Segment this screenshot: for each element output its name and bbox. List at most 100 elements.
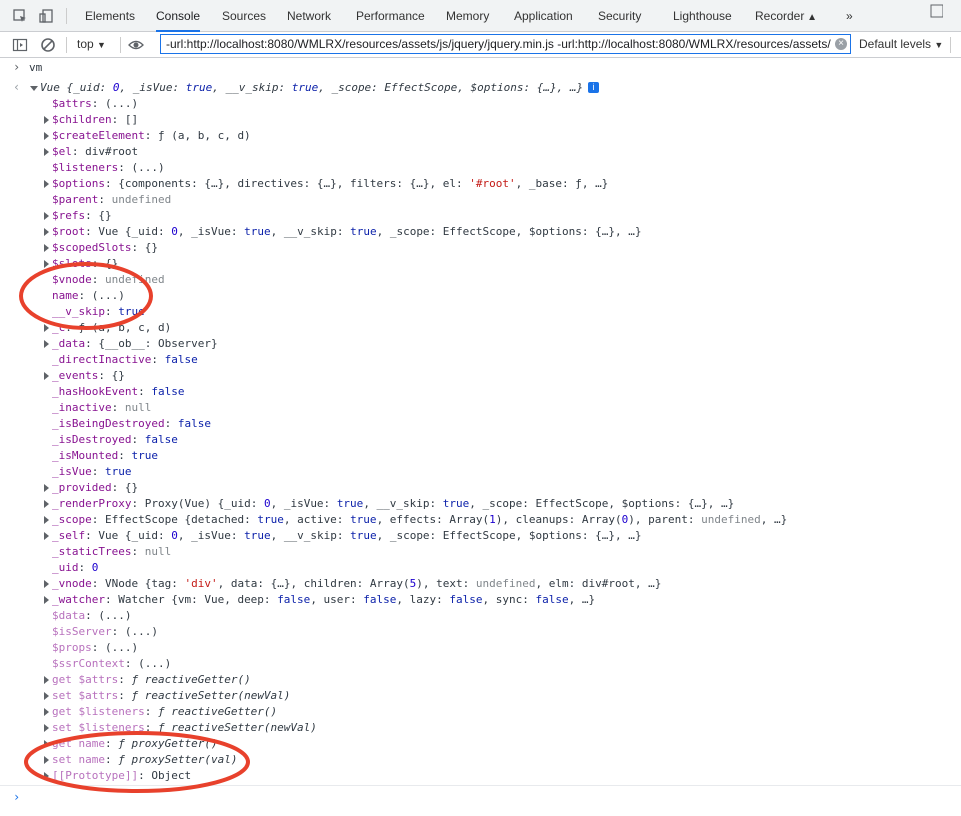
context-selector[interactable]: top ▼: [77, 32, 106, 57]
property-row[interactable]: _uid: 0: [0, 560, 961, 576]
console-filter-input[interactable]: -url:http://localhost:8080/WMLRX/resourc…: [160, 34, 851, 54]
expand-arrow-icon[interactable]: [44, 228, 49, 236]
property-value: false: [177, 417, 211, 430]
expand-arrow-icon[interactable]: [44, 116, 49, 124]
property-row[interactable]: $vnode: undefined: [0, 272, 961, 288]
clear-icon[interactable]: [40, 37, 56, 53]
more-tabs-button[interactable]: »: [846, 0, 853, 32]
property-row[interactable]: $props: (...): [0, 640, 961, 656]
property-key: _staticTrees: [52, 545, 132, 558]
property-row[interactable]: _provided: {}: [0, 480, 961, 496]
expand-arrow-icon[interactable]: [44, 372, 49, 380]
expand-arrow-icon[interactable]: [44, 532, 49, 540]
expand-arrow-icon[interactable]: [44, 340, 49, 348]
property-row[interactable]: $scopedSlots: {}: [0, 240, 961, 256]
expand-arrow-icon[interactable]: [44, 580, 49, 588]
property-key: $parent: [52, 193, 99, 206]
property-row[interactable]: $attrs: (...): [0, 96, 961, 112]
property-key: _inactive: [52, 401, 112, 414]
property-row[interactable]: $parent: undefined: [0, 192, 961, 208]
property-value: []: [124, 113, 139, 126]
property-row[interactable]: _isBeingDestroyed: false: [0, 416, 961, 432]
property-row[interactable]: get $attrs: ƒ reactiveGetter(): [0, 672, 961, 688]
property-row[interactable]: $el: div#root: [0, 144, 961, 160]
expand-arrow-icon[interactable]: [44, 740, 49, 748]
property-row[interactable]: _self: Vue {_uid: 0, _isVue: true, __v_s…: [0, 528, 961, 544]
tab-console[interactable]: Console: [156, 0, 201, 32]
expand-arrow-icon[interactable]: [30, 86, 38, 91]
property-row[interactable]: $data: (...): [0, 608, 961, 624]
tab-recorder[interactable]: Recorder ▲: [755, 0, 817, 32]
property-row[interactable]: _renderProxy: Proxy(Vue) {_uid: 0, _isVu…: [0, 496, 961, 512]
info-icon[interactable]: i: [588, 82, 599, 93]
property-key: _renderProxy: [52, 497, 132, 510]
property-row[interactable]: $options: {components: {…}, directives: …: [0, 176, 961, 192]
input-text: vm: [29, 61, 43, 74]
eye-icon[interactable]: [128, 37, 144, 53]
property-row[interactable]: $isServer: (...): [0, 624, 961, 640]
console-prompt[interactable]: ›: [0, 790, 961, 806]
property-row[interactable]: name: (...): [0, 288, 961, 304]
expand-arrow-icon[interactable]: [44, 244, 49, 252]
property-row[interactable]: _isVue: true: [0, 464, 961, 480]
tab-network[interactable]: Network: [287, 0, 331, 32]
property-row[interactable]: get name: ƒ proxyGetter(): [0, 736, 961, 752]
property-row[interactable]: _directInactive: false: [0, 352, 961, 368]
property-row[interactable]: set $attrs: ƒ reactiveSetter(newVal): [0, 688, 961, 704]
property-row[interactable]: _data: {__ob__: Observer}: [0, 336, 961, 352]
tab-memory[interactable]: Memory: [446, 0, 489, 32]
property-row[interactable]: _inactive: null: [0, 400, 961, 416]
property-row[interactable]: _isMounted: true: [0, 448, 961, 464]
tab-application[interactable]: Application: [514, 0, 573, 32]
expand-arrow-icon[interactable]: [44, 260, 49, 268]
expand-arrow-icon[interactable]: [44, 500, 49, 508]
property-row[interactable]: _watcher: Watcher {vm: Vue, deep: false,…: [0, 592, 961, 608]
expand-arrow-icon[interactable]: [44, 708, 49, 716]
property-row[interactable]: _isDestroyed: false: [0, 432, 961, 448]
expand-arrow-icon[interactable]: [44, 756, 49, 764]
expand-arrow-icon[interactable]: [44, 772, 49, 780]
expand-arrow-icon[interactable]: [44, 516, 49, 524]
expand-arrow-icon[interactable]: [44, 212, 49, 220]
property-row[interactable]: $root: Vue {_uid: 0, _isVue: true, __v_s…: [0, 224, 961, 240]
expand-arrow-icon[interactable]: [44, 132, 49, 140]
expand-arrow-icon[interactable]: [44, 324, 49, 332]
property-row[interactable]: set $listeners: ƒ reactiveSetter(newVal): [0, 720, 961, 736]
expand-arrow-icon[interactable]: [44, 676, 49, 684]
tab-sources[interactable]: Sources: [222, 0, 266, 32]
property-row[interactable]: _events: {}: [0, 368, 961, 384]
property-row[interactable]: $children: []: [0, 112, 961, 128]
property-row[interactable]: __v_skip: true: [0, 304, 961, 320]
expand-arrow-icon[interactable]: [44, 724, 49, 732]
property-row[interactable]: $refs: {}: [0, 208, 961, 224]
property-value: (...): [98, 609, 132, 622]
property-row[interactable]: $createElement: ƒ (a, b, c, d): [0, 128, 961, 144]
tab-performance[interactable]: Performance: [356, 0, 425, 32]
sidebar-icon[interactable]: [12, 37, 28, 53]
clear-filter-icon[interactable]: ×: [835, 38, 847, 50]
log-levels-dropdown[interactable]: Default levels ▼: [859, 32, 943, 57]
property-row[interactable]: $listeners: (...): [0, 160, 961, 176]
tab-elements[interactable]: Elements: [85, 0, 135, 32]
inspect-icon[interactable]: [12, 8, 28, 24]
expand-arrow-icon[interactable]: [44, 484, 49, 492]
property-row[interactable]: $ssrContext: (...): [0, 656, 961, 672]
tab-lighthouse[interactable]: Lighthouse: [673, 0, 732, 32]
property-row[interactable]: _vnode: VNode {tag: 'div', data: {…}, ch…: [0, 576, 961, 592]
property-key: _isBeingDestroyed: [52, 417, 165, 430]
device-toggle-icon[interactable]: [38, 8, 54, 24]
property-row[interactable]: set name: ƒ proxySetter(val): [0, 752, 961, 768]
console-result-line[interactable]: ‹ Vue {_uid: 0, _isVue: true, __v_skip: …: [0, 80, 961, 96]
expand-arrow-icon[interactable]: [44, 596, 49, 604]
property-row[interactable]: $slots: {}: [0, 256, 961, 272]
expand-arrow-icon[interactable]: [44, 692, 49, 700]
property-row[interactable]: _c: ƒ (a, b, c, d): [0, 320, 961, 336]
property-row[interactable]: _scope: EffectScope {detached: true, act…: [0, 512, 961, 528]
property-row[interactable]: _hasHookEvent: false: [0, 384, 961, 400]
property-row[interactable]: get $listeners: ƒ reactiveGetter(): [0, 704, 961, 720]
expand-arrow-icon[interactable]: [44, 180, 49, 188]
expand-arrow-icon[interactable]: [44, 148, 49, 156]
property-row[interactable]: _staticTrees: null: [0, 544, 961, 560]
property-row[interactable]: [[Prototype]]: Object: [0, 768, 961, 784]
tab-security[interactable]: Security: [598, 0, 641, 32]
